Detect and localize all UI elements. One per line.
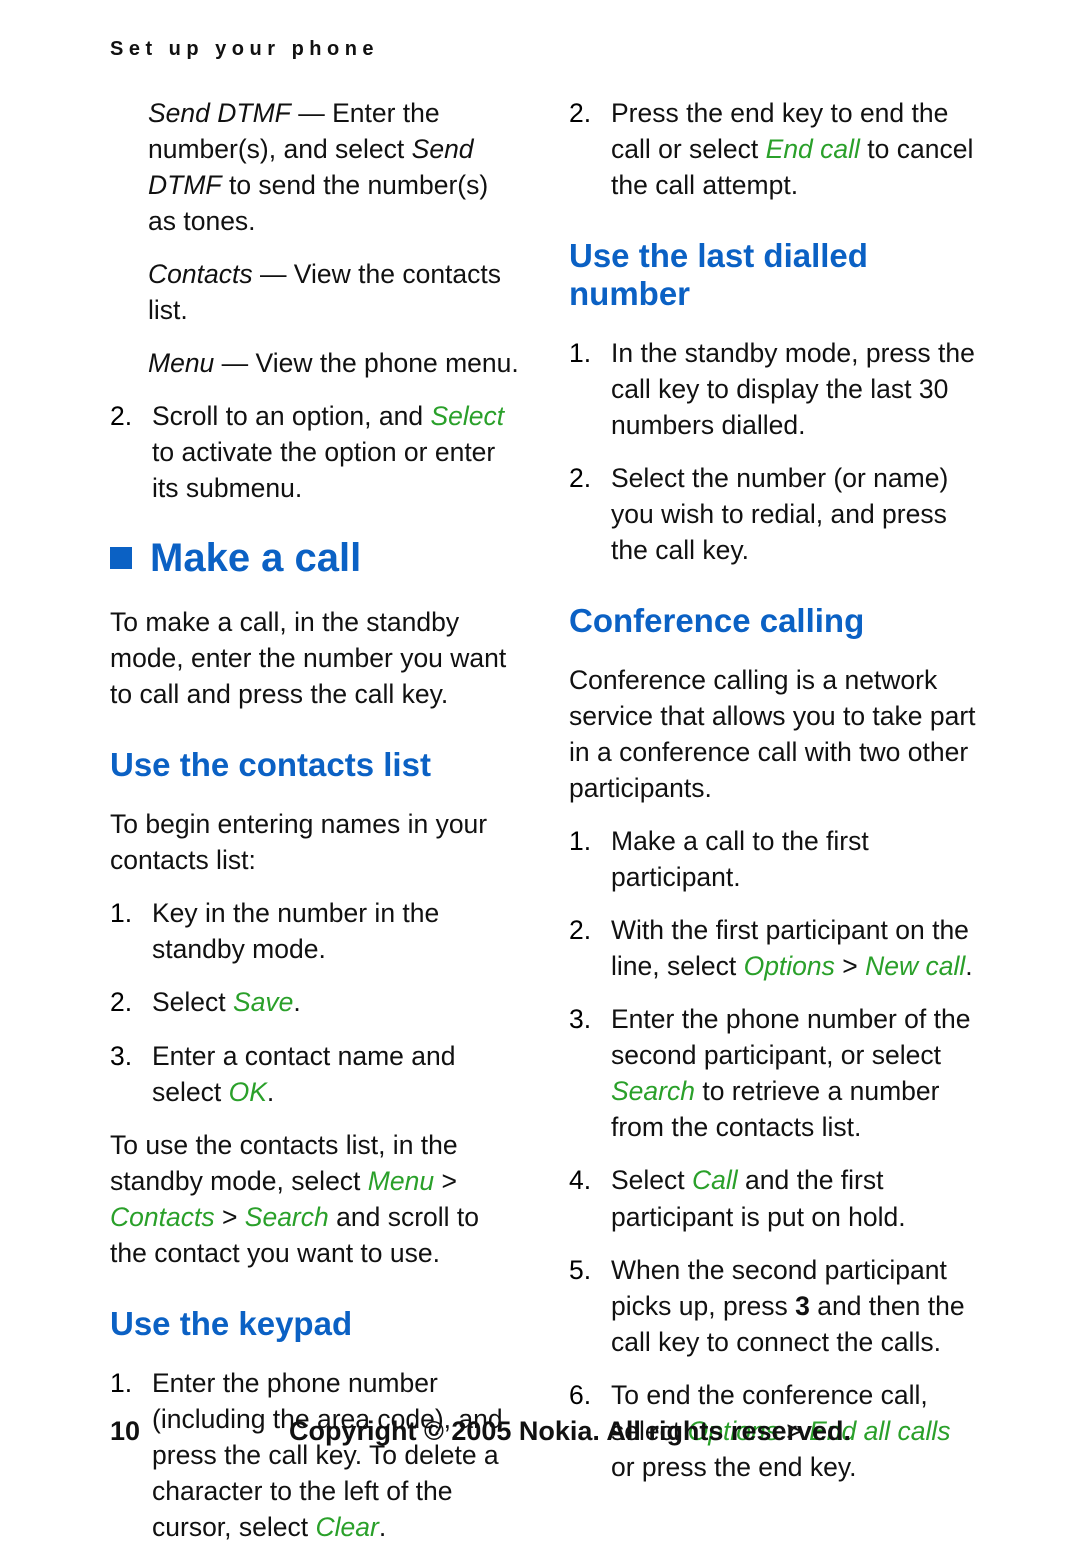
ui-term: Call [692, 1165, 738, 1196]
body-text: In the standby mode, press the call key … [611, 337, 975, 441]
body-text: Select the number (or name) you wish to … [611, 463, 949, 566]
body-paragraph: To make a call, in the standby mode, ent… [110, 604, 521, 712]
numbered-step: 3. Enter a contact name and select OK. [110, 1038, 521, 1110]
body-paragraph: Conference calling is a network service … [569, 662, 980, 806]
ui-term: Clear [315, 1511, 379, 1542]
numbered-step: 4. Select Call and the first participant … [569, 1162, 980, 1234]
step-text: Enter the phone number of the second par… [611, 1001, 980, 1145]
step-number: 6. [569, 1379, 592, 1410]
emphasis-text: Send DTMF [148, 98, 291, 128]
numbered-step: 5. When the second participant picks up, … [569, 1252, 980, 1360]
body-text: Enter the phone number of the second par… [611, 1004, 971, 1071]
ui-term: Search [244, 1201, 329, 1232]
ui-term: End call [765, 134, 860, 165]
step-number: 2. [569, 463, 592, 494]
ui-term: Contacts [110, 1201, 215, 1232]
body-text: . [293, 987, 301, 1018]
step-text: Press the end key to end the call or sel… [611, 95, 980, 203]
body-text: > [434, 1165, 457, 1196]
subsection-heading: Use the last dialled number [569, 237, 868, 313]
body-paragraph: To use the contacts list, in the standby… [110, 1127, 521, 1271]
key-label: 3 [795, 1290, 810, 1321]
subsection-heading: Use the keypad [110, 1304, 353, 1342]
body-text: To make a call, in the standby mode, ent… [110, 607, 507, 710]
copyright-notice: Copyright © 2005 Nokia. All rights reser… [288, 1416, 852, 1446]
step-text: Select Save. [152, 984, 521, 1020]
step-text: Scroll to an option, and Select to activ… [152, 398, 521, 506]
manual-page: Set up your phone Send DTMF — Enter the … [0, 0, 1080, 1542]
numbered-step: 1. Key in the number in the standby mode. [110, 895, 521, 967]
body-text: Conference calling is a network service … [569, 665, 976, 804]
step-text: With the first participant on the line, … [611, 912, 980, 984]
ui-term: Search [611, 1076, 695, 1107]
ui-term: Menu [367, 1165, 435, 1196]
step-text: Make a call to the first participant. [611, 823, 980, 895]
step-number: 2. [110, 401, 133, 432]
ui-term: OK [228, 1076, 267, 1107]
body-text: > [214, 1201, 245, 1232]
body-text: > [834, 951, 866, 982]
step-number: 3. [110, 1040, 133, 1071]
emphasis-text: Contacts [148, 259, 253, 290]
step-text: Select the number (or name) you wish to … [611, 460, 980, 568]
body-text: Enter a contact name and select [152, 1040, 456, 1107]
step-number: 3. [569, 1004, 592, 1035]
body-text: . [378, 1511, 387, 1542]
step-number: 2. [110, 987, 133, 1018]
step-number: 5. [569, 1254, 592, 1285]
body-text: To begin entering names in your contacts… [110, 809, 488, 876]
body-text: Make a call to the first participant. [611, 826, 869, 893]
numbered-step: 2. Select Save. [110, 984, 521, 1020]
definition-paragraph: Menu — View the phone menu. [110, 345, 521, 381]
body-paragraph: To begin entering names in your contacts… [110, 806, 521, 878]
body-text: Select [152, 987, 234, 1018]
definition-paragraph: Contacts — View the contacts list. [110, 256, 521, 328]
body-text: . [965, 951, 973, 982]
step-text: In the standby mode, press the call key … [611, 335, 980, 443]
step-text: When the second participant picks up, pr… [611, 1252, 980, 1360]
subsection-heading: Use the contacts list [110, 746, 431, 784]
step-number: 1. [110, 1367, 133, 1398]
body-text: — View the phone menu. [214, 348, 519, 379]
step-number: 4. [569, 1165, 592, 1196]
square-bullet-icon [110, 547, 132, 570]
section-heading: Make a call [110, 536, 521, 580]
subsection-heading: Conference calling [569, 602, 865, 640]
ui-term: Select [430, 401, 505, 432]
step-text: Enter the phone number (including the ar… [152, 1365, 521, 1545]
body-text: Select [611, 1165, 693, 1196]
step-text: Select Call and the first participant is… [611, 1162, 980, 1234]
ui-term: Options [743, 951, 835, 982]
right-column: 2. Press the end key to end the call or s… [569, 95, 980, 1562]
left-column: Send DTMF — Enter the number(s), and sel… [110, 95, 521, 1562]
numbered-step: 3. Enter the phone number of the second p… [569, 1001, 980, 1145]
step-number: 1. [569, 337, 592, 368]
ui-term: New call [865, 951, 966, 982]
numbered-step: 2. Select the number (or name) you wish t… [569, 460, 980, 568]
two-column-body: Send DTMF — Enter the number(s), and sel… [110, 95, 980, 1562]
numbered-step: 1. In the standby mode, press the call ke… [569, 335, 980, 443]
page-footer: 10 Copyright © 2005 Nokia. All rights re… [0, 1416, 1080, 1450]
numbered-step: 1. Enter the phone number (including the … [110, 1365, 521, 1545]
step-number: 2. [569, 915, 592, 946]
body-text: Key in the number in the standby mode. [152, 898, 440, 965]
body-text: or press the end key. [611, 1451, 857, 1482]
body-text: . [266, 1076, 275, 1107]
definition-paragraph: Send DTMF — Enter the number(s), and sel… [110, 95, 521, 239]
step-text: Enter a contact name and select OK. [152, 1038, 521, 1110]
numbered-step: 2. Scroll to an option, and Select to act… [110, 398, 521, 506]
numbered-step: 2. With the first participant on the line… [569, 912, 980, 984]
running-head: Set up your phone [110, 38, 380, 60]
step-number: 2. [569, 98, 592, 128]
ui-term: Save [233, 987, 294, 1018]
emphasis-text: Menu [148, 348, 215, 379]
body-text: to activate the option or enter its subm… [152, 437, 496, 504]
body-text: Scroll to an option, and [152, 401, 431, 432]
numbered-step: 1. Make a call to the first participant. [569, 823, 980, 895]
step-number: 1. [569, 826, 592, 857]
step-text: Key in the number in the standby mode. [152, 895, 521, 967]
step-number: 1. [110, 898, 133, 929]
section-heading-label: Make a call [150, 536, 362, 581]
numbered-step: 2. Press the end key to end the call or s… [569, 95, 980, 203]
